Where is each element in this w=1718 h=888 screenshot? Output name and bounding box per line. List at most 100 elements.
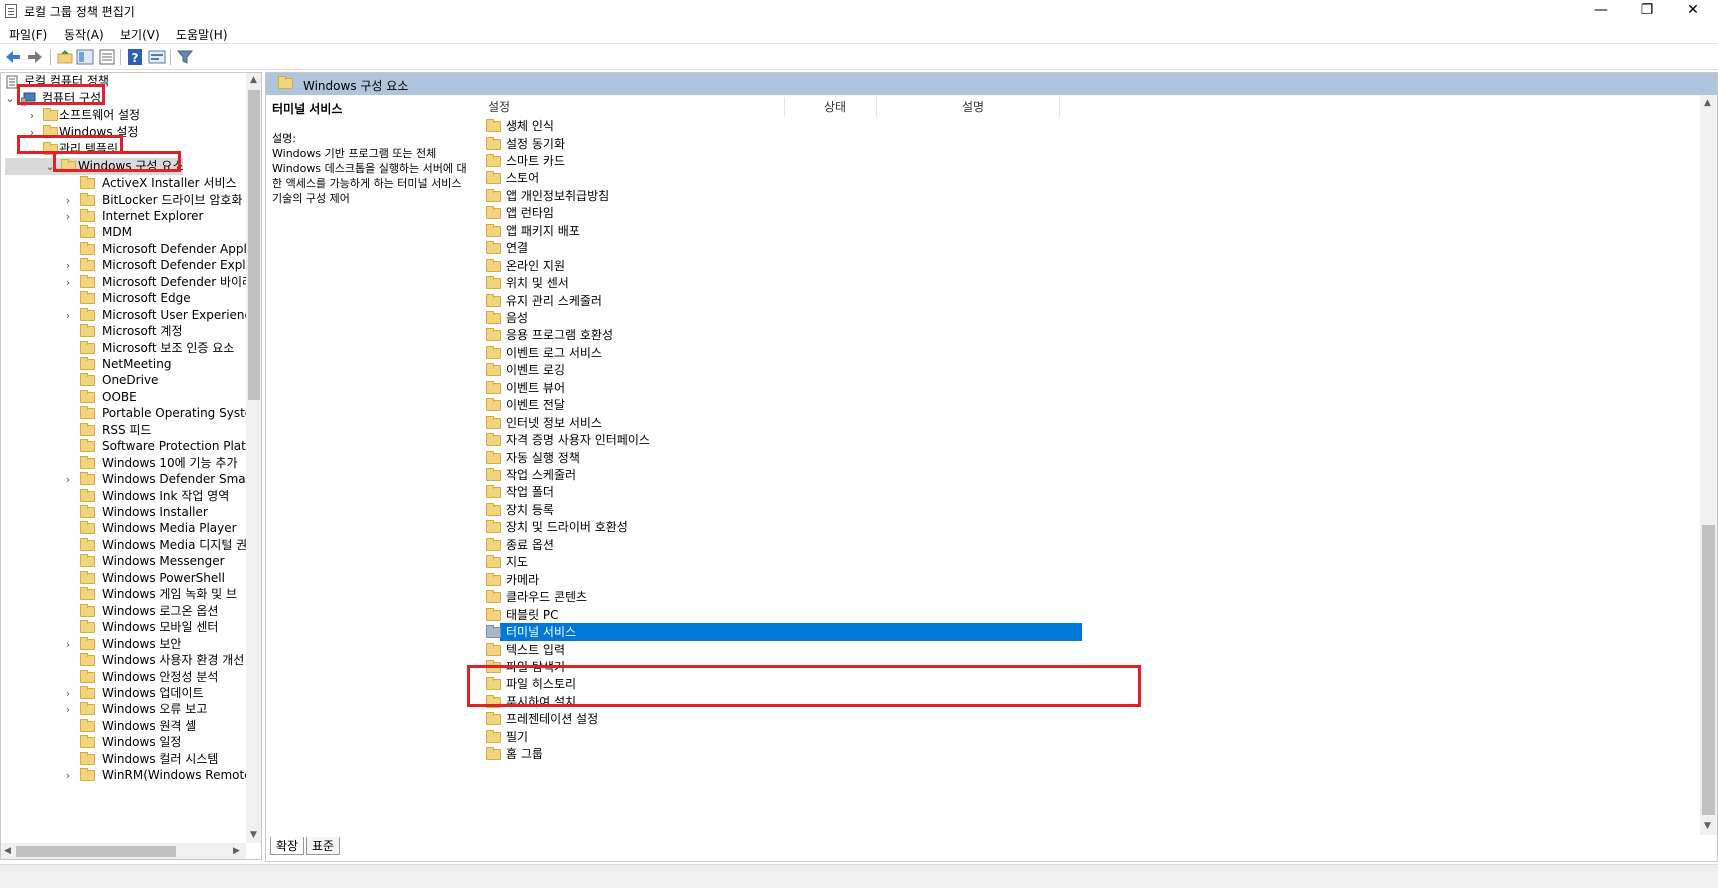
- menu-view[interactable]: 보기(V): [120, 26, 160, 43]
- tree-windows-components[interactable]: ⌄ Windows 구성 요소: [5, 158, 183, 175]
- tree-root-label: 로컬 컴퓨터 정책: [24, 74, 109, 88]
- maximize-button[interactable]: ❐: [1624, 0, 1670, 22]
- help-icon[interactable]: ?: [126, 48, 144, 66]
- column-divider[interactable]: [784, 97, 785, 117]
- list-item[interactable]: 연결: [471, 239, 1111, 257]
- list-item[interactable]: 인터넷 정보 서비스: [471, 414, 1111, 432]
- tab-standard[interactable]: 표준: [306, 837, 341, 855]
- scroll-thumb[interactable]: [248, 90, 260, 400]
- folder-icon: [80, 324, 95, 337]
- chevron-right-icon[interactable]: ›: [63, 767, 73, 784]
- tab-extended[interactable]: 확장: [270, 837, 305, 855]
- list-item-label: 자격 증명 사용자 인터페이스: [506, 433, 650, 448]
- scroll-up-icon[interactable]: ▲: [1704, 98, 1711, 108]
- list-item[interactable]: 이벤트 로깅: [471, 361, 1111, 379]
- list-item[interactable]: 텍스트 입력: [471, 641, 1111, 659]
- list-item[interactable]: 클라우드 콘텐츠: [471, 588, 1111, 606]
- properties-icon[interactable]: [98, 48, 116, 66]
- list-item[interactable]: 종료 옵션: [471, 536, 1111, 554]
- scroll-up-icon[interactable]: ▲: [250, 75, 257, 85]
- folder-icon: [80, 258, 95, 272]
- list-item[interactable]: 유지 관리 스케줄러: [471, 292, 1111, 310]
- folder-icon: [486, 328, 501, 342]
- list-item-label: 프레젠테이션 설정: [506, 712, 599, 727]
- chevron-right-icon[interactable]: ›: [63, 192, 73, 209]
- chevron-right-icon[interactable]: ›: [63, 701, 73, 718]
- list-item[interactable]: 온라인 지원: [471, 257, 1111, 275]
- list-item[interactable]: 지도: [471, 553, 1111, 571]
- list-item[interactable]: 설정 동기화: [471, 135, 1111, 153]
- back-icon[interactable]: [4, 48, 22, 66]
- scroll-thumb[interactable]: [16, 846, 176, 857]
- list-item[interactable]: 스마트 카드: [471, 152, 1111, 170]
- folder-icon: [80, 389, 95, 403]
- chevron-down-icon[interactable]: ⌄: [5, 90, 15, 107]
- list-item[interactable]: 작업 폴더: [471, 483, 1111, 501]
- filter-icon[interactable]: [176, 48, 194, 66]
- list-item[interactable]: 장치 등록: [471, 501, 1111, 519]
- list-item[interactable]: 작업 스케줄러: [471, 466, 1111, 484]
- chevron-right-icon[interactable]: ›: [63, 307, 73, 324]
- folder-icon: [80, 274, 95, 288]
- list-item[interactable]: 앱 패키지 배포: [471, 222, 1111, 240]
- minimize-button[interactable]: —: [1578, 0, 1624, 22]
- up-folder-icon[interactable]: [56, 48, 74, 66]
- list-item[interactable]: 파일 탐색기: [471, 658, 1111, 676]
- folder-icon: [80, 702, 95, 716]
- list-item[interactable]: 위치 및 센서: [471, 274, 1111, 292]
- column-header-description[interactable]: 설명: [962, 97, 984, 117]
- list-item[interactable]: 카메라: [471, 571, 1111, 589]
- scroll-down-icon[interactable]: ▼: [250, 830, 257, 840]
- list-item[interactable]: 푸시하여 설치: [471, 693, 1111, 711]
- scroll-left-icon[interactable]: ◀: [4, 846, 11, 856]
- folder-icon: [61, 159, 76, 172]
- list-item[interactable]: 장치 및 드라이버 호환성: [471, 518, 1111, 536]
- list-item[interactable]: 앱 개인정보취급방침: [471, 187, 1111, 205]
- list-item[interactable]: 이벤트 뷰어: [471, 379, 1111, 397]
- list-item-label: 카메라: [506, 572, 540, 587]
- list-item[interactable]: 프레젠테이션 설정: [471, 710, 1111, 728]
- export-list-icon[interactable]: [148, 48, 166, 66]
- column-header-setting[interactable]: 설정: [488, 97, 510, 117]
- chevron-right-icon[interactable]: ›: [27, 107, 37, 124]
- list-item[interactable]: 생체 인식: [471, 117, 1111, 135]
- menu-help[interactable]: 도움말(H): [176, 26, 228, 43]
- chevron-right-icon[interactable]: ›: [63, 685, 73, 702]
- chevron-right-icon[interactable]: ›: [63, 274, 73, 291]
- scroll-down-icon[interactable]: ▼: [1704, 821, 1711, 831]
- column-divider[interactable]: [876, 97, 877, 117]
- list-item[interactable]: 앱 런타임: [471, 204, 1111, 222]
- chevron-right-icon[interactable]: ›: [63, 471, 73, 488]
- list-item[interactable]: 홈 그룹: [471, 745, 1111, 763]
- chevron-right-icon[interactable]: ›: [63, 636, 73, 653]
- chevron-down-icon[interactable]: ⌄: [27, 141, 37, 158]
- list-item[interactable]: 응용 프로그램 호환성: [471, 326, 1111, 344]
- list-item-label: 파일 탐색기: [506, 659, 566, 674]
- list-item[interactable]: 자격 증명 사용자 인터페이스: [471, 431, 1111, 449]
- menu-file[interactable]: 파일(F): [9, 26, 47, 43]
- list-item[interactable]: 필기: [471, 728, 1111, 746]
- tree-vertical-scrollbar[interactable]: ▲ ▼: [246, 73, 261, 843]
- list-item[interactable]: 이벤트 로그 서비스: [471, 344, 1111, 362]
- list-item[interactable]: 자동 실행 정책: [471, 449, 1111, 467]
- list-item[interactable]: 파일 히스토리: [471, 675, 1111, 693]
- chevron-right-icon[interactable]: ›: [63, 208, 73, 225]
- chevron-right-icon[interactable]: ›: [27, 124, 37, 141]
- column-header-status[interactable]: 상태: [824, 97, 846, 117]
- list-item[interactable]: 스토어: [471, 169, 1111, 187]
- forward-icon[interactable]: [26, 48, 44, 66]
- column-divider[interactable]: [1059, 97, 1060, 117]
- show-hide-tree-icon[interactable]: [76, 48, 94, 66]
- tree-horizontal-scrollbar[interactable]: ◀ ▶: [1, 843, 246, 859]
- list-item[interactable]: 태블릿 PC: [471, 606, 1111, 624]
- menu-action[interactable]: 동작(A): [64, 26, 104, 43]
- list-item-selected[interactable]: 터미널 서비스: [471, 623, 1111, 641]
- chevron-down-icon[interactable]: ⌄: [45, 158, 55, 175]
- scroll-right-icon[interactable]: ▶: [233, 846, 240, 856]
- list-vertical-scrollbar[interactable]: ▲ ▼: [1700, 95, 1717, 835]
- scroll-thumb[interactable]: [1702, 525, 1715, 815]
- list-item[interactable]: 이벤트 전달: [471, 396, 1111, 414]
- chevron-right-icon[interactable]: ›: [63, 257, 73, 274]
- close-button[interactable]: ✕: [1670, 0, 1716, 22]
- list-item[interactable]: 음성: [471, 309, 1111, 327]
